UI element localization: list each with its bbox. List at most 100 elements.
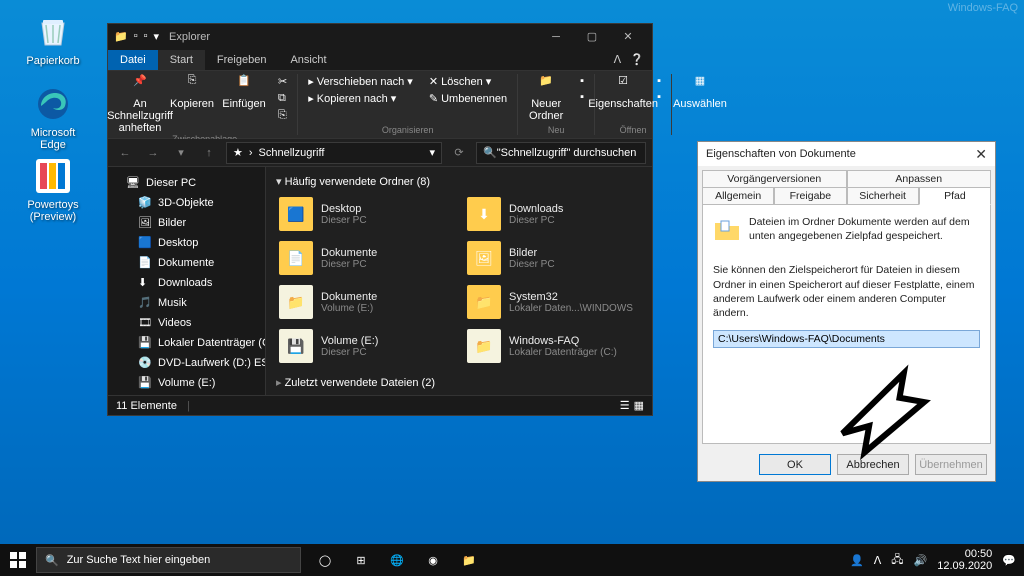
tab-view[interactable]: Ansicht — [278, 50, 338, 70]
folder-item[interactable]: 📄 DokumenteDieser PC — [276, 238, 454, 278]
tree-3d-objects[interactable]: 🧊3D-Objekte — [110, 193, 263, 213]
folder-item[interactable]: 💾 Volume (E:)Dieser PC — [276, 326, 454, 366]
task-view-button[interactable]: ⊞ — [343, 544, 379, 576]
tree-drive-c[interactable]: 💾Lokaler Datenträger (C:) — [110, 333, 263, 353]
qat-icon[interactable]: ▫ — [134, 30, 138, 43]
tray-notifications-icon[interactable]: 💬 — [1002, 554, 1016, 567]
start-button[interactable] — [0, 544, 36, 576]
tab-path[interactable]: Pfad — [919, 187, 991, 205]
taskbar-search[interactable]: 🔍 Zur Suche Text hier eingeben — [36, 547, 301, 573]
ok-button[interactable]: OK — [759, 454, 831, 475]
close-button[interactable]: ✕ — [975, 146, 987, 163]
paste-button[interactable]: 📋Einfügen — [222, 74, 266, 110]
tree-videos[interactable]: 🎞Videos — [110, 313, 263, 333]
rename-button[interactable]: ✎ Umbenennen — [425, 91, 511, 106]
search-icon: 🔍 — [45, 554, 59, 567]
properties-icon: ☑ — [612, 74, 634, 96]
folder-sub: Lokaler Datenträger (C:) — [509, 347, 617, 358]
copy-to-button[interactable]: ▸ Kopieren nach ▾ — [304, 91, 417, 106]
delete-button[interactable]: ✕ Löschen ▾ — [425, 74, 511, 89]
tree-drive-e[interactable]: 💾Volume (E:) — [110, 373, 263, 393]
select-button[interactable]: ▦Auswählen — [678, 74, 722, 110]
tray-network-icon[interactable]: 🖧 — [891, 551, 903, 570]
drive-icon: 💾 — [138, 336, 152, 350]
collapse-ribbon-button[interactable]: ᐱ ❔ — [606, 49, 652, 70]
address-bar[interactable]: ★ › Schnellzugriff ▾ — [226, 142, 442, 164]
cortana-button[interactable]: ◯ — [307, 544, 343, 576]
taskbar-edge[interactable]: 🌐 — [379, 544, 415, 576]
folder-name: Windows-FAQ — [509, 335, 617, 347]
tab-previous-versions[interactable]: Vorgängerversionen — [702, 170, 847, 188]
new-folder-icon: 📁 — [535, 74, 557, 96]
folder-icon: 📁 — [279, 285, 313, 319]
folder-item[interactable]: 📁 DokumenteVolume (E:) — [276, 282, 454, 322]
folder-sub: Dieser PC — [509, 259, 555, 270]
tray-clock[interactable]: 00:5012.09.2020 — [937, 548, 992, 572]
tree-pictures[interactable]: 🖼Bilder — [110, 213, 263, 233]
cancel-button[interactable]: Abbrechen — [837, 454, 909, 475]
maximize-button[interactable]: ▢ — [574, 30, 610, 43]
nav-up-button[interactable]: ↑ — [198, 142, 220, 164]
dialog-titlebar[interactable]: Eigenschaften von Dokumente ✕ — [698, 142, 995, 166]
folder-sub: Dieser PC — [321, 259, 377, 270]
folder-item[interactable]: ⬇ DownloadsDieser PC — [464, 194, 642, 234]
tab-start[interactable]: Start — [158, 50, 205, 70]
tab-customize[interactable]: Anpassen — [847, 170, 992, 188]
pc-icon: 🖥 — [126, 176, 140, 190]
folder-item[interactable]: 🟦 DesktopDieser PC — [276, 194, 454, 234]
close-button[interactable]: ✕ — [610, 30, 646, 43]
nav-back-button[interactable]: ← — [114, 142, 136, 164]
tray-people-icon[interactable]: 👤 — [850, 554, 864, 567]
cube-icon: 🧊 — [138, 196, 152, 210]
desktop-icon-label: Microsoft Edge — [17, 127, 89, 151]
tab-security[interactable]: Sicherheit — [847, 187, 919, 205]
tree-desktop[interactable]: 🟦Desktop — [110, 233, 263, 253]
section-header-recent[interactable]: ▸ Zuletzt verwendete Dateien (2) — [276, 376, 642, 389]
section-header[interactable]: ▾ Häufig verwendete Ordner (8) — [276, 175, 642, 188]
desktop-icon-edge[interactable]: Microsoft Edge — [17, 84, 89, 151]
recycle-bin-icon — [33, 12, 73, 52]
view-large-button[interactable]: ▦ — [634, 399, 644, 412]
tree-dvd[interactable]: 💿DVD-Laufwerk (D:) ESD-ISO — [110, 353, 263, 373]
search-input[interactable]: 🔍 "Schnellzugriff" durchsuchen — [476, 142, 646, 164]
quick-access-toolbar: 📁 ▫ ▫ ▾ — [114, 30, 159, 43]
desktop-icon-powertoys[interactable]: Powertoys (Preview) — [17, 156, 89, 223]
tab-share[interactable]: Freigabe — [774, 187, 846, 205]
new-folder-button[interactable]: 📁Neuer Ordner — [524, 74, 568, 122]
nav-history-button[interactable]: ▾ — [170, 142, 192, 164]
folder-item[interactable]: 📁 Windows-FAQLokaler Datenträger (C:) — [464, 326, 642, 366]
status-bar: 11 Elemente | ☰▦ — [108, 395, 652, 415]
pictures-icon: 🖼 — [138, 216, 152, 230]
downloads-icon: ⬇ — [138, 276, 152, 290]
desktop-icon-recycle-bin[interactable]: Papierkorb — [17, 12, 89, 67]
nav-forward-button[interactable]: → — [142, 142, 164, 164]
taskbar: 🔍 Zur Suche Text hier eingeben ◯ ⊞ 🌐 ◉ 📁… — [0, 544, 1024, 576]
tab-general[interactable]: Allgemein — [702, 187, 774, 205]
pin-button[interactable]: 📌An Schnellzugriff anheften — [118, 74, 162, 134]
tree-this-pc[interactable]: 🖥Dieser PC — [110, 173, 263, 193]
tray-volume-icon[interactable]: 🔊 — [914, 554, 928, 567]
taskbar-explorer[interactable]: 📁 — [451, 544, 487, 576]
refresh-button[interactable]: ⟳ — [448, 142, 470, 164]
qat-dropdown-icon[interactable]: ▾ — [154, 30, 160, 43]
folder-sub: Lokaler Daten...\WINDOWS — [509, 303, 633, 314]
tree-documents[interactable]: 📄Dokumente — [110, 253, 263, 273]
view-details-button[interactable]: ☰ — [620, 399, 630, 412]
minimize-button[interactable]: ─ — [538, 31, 574, 43]
folder-item[interactable]: 📁 System32Lokaler Daten...\WINDOWS — [464, 282, 642, 322]
path-input[interactable] — [713, 330, 980, 348]
tree-music[interactable]: 🎵Musik — [110, 293, 263, 313]
tab-share[interactable]: Freigeben — [205, 50, 279, 70]
tab-file[interactable]: Datei — [108, 50, 158, 70]
explorer-titlebar[interactable]: 📁 ▫ ▫ ▾ Explorer ─ ▢ ✕ — [108, 24, 652, 49]
tree-downloads[interactable]: ⬇Downloads — [110, 273, 263, 293]
copy-button[interactable]: ⎘Kopieren — [170, 74, 214, 110]
clipboard-small: ✂⧉⎘ — [274, 74, 291, 123]
taskbar-chrome[interactable]: ◉ — [415, 544, 451, 576]
folder-item[interactable]: 🖼 BilderDieser PC — [464, 238, 642, 278]
move-to-button[interactable]: ▸ Verschieben nach ▾ — [304, 74, 417, 89]
tray-chevron-icon[interactable]: ᐱ — [874, 554, 882, 567]
apply-button[interactable]: Übernehmen — [915, 454, 987, 475]
properties-button[interactable]: ☑Eigenschaften — [601, 74, 645, 110]
qat-icon[interactable]: ▫ — [144, 30, 148, 43]
